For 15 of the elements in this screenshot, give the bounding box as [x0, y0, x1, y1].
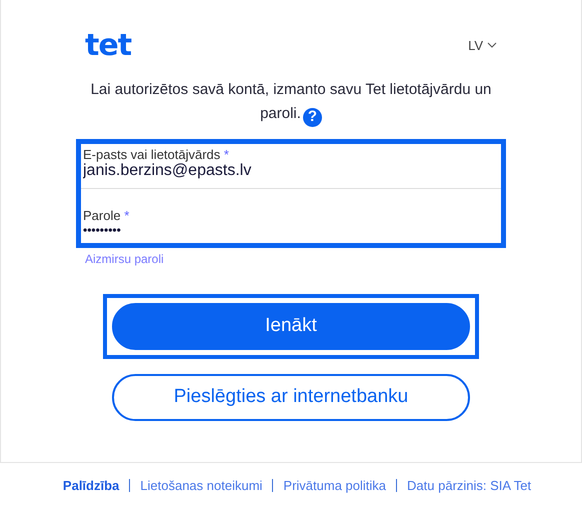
forgot-password-link[interactable]: Aizmirsu paroli: [85, 252, 164, 266]
footer-link[interactable]: Lietošanas noteikumi: [140, 478, 262, 492]
help-icon[interactable]: ?: [302, 108, 322, 126]
bank-login-button[interactable]: Pieslēgties ar internetbanku: [112, 374, 470, 420]
footer-link[interactable]: Datu pārzinis: SIA Tet: [407, 478, 532, 492]
footer-link[interactable]: Privātuma politika: [283, 478, 386, 492]
field-label: E-pasts vai lietotājvārds *: [83, 146, 229, 162]
login-button[interactable]: Ienākt: [112, 302, 470, 350]
footer-link[interactable]: Palīdzība: [62, 478, 120, 492]
logo: tet: [85, 28, 132, 62]
chevron-down-icon: [487, 42, 497, 48]
password-field[interactable]: •••••••••: [83, 222, 499, 236]
language-selector[interactable]: LV: [468, 38, 497, 52]
intro-text: Lai autorizētos savā kontā, izmanto savu Tet lietotājvārdu un paroli. ?: [90, 80, 492, 126]
field-label: Parole *: [83, 208, 130, 222]
